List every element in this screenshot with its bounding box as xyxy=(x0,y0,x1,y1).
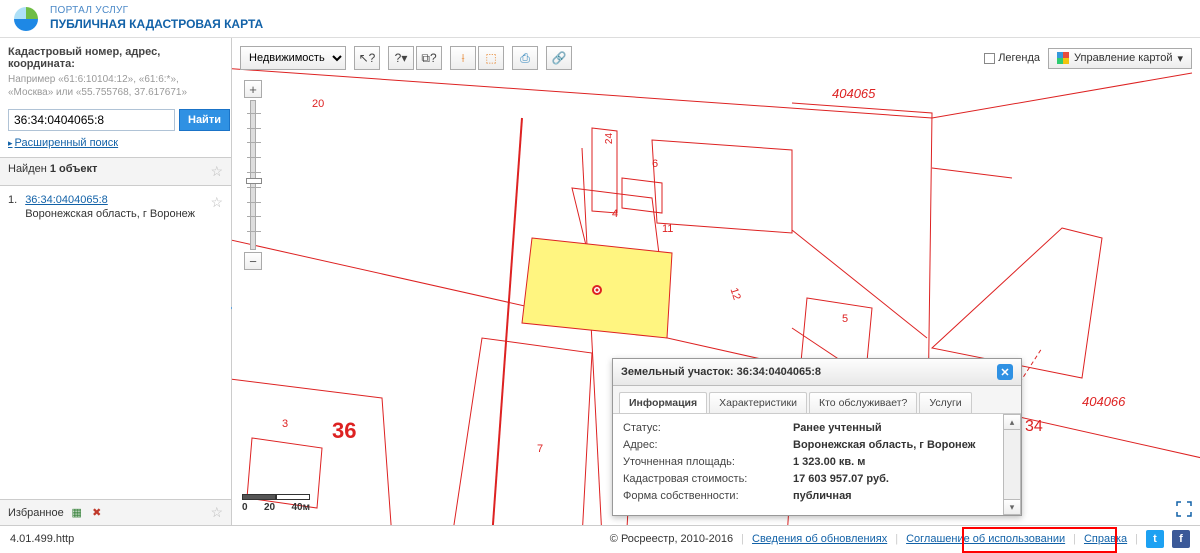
map-parcel-label: 3 xyxy=(282,418,288,430)
link-icon[interactable]: 🔗 xyxy=(546,46,572,70)
map-parcel-label: 7 xyxy=(537,443,543,455)
map-parcel-label: 6 xyxy=(652,158,658,170)
footer: 4.01.499.http © Росреестр, 2010-2016 | С… xyxy=(0,525,1200,552)
map-block-label: 404066 xyxy=(1082,394,1125,409)
star-icon[interactable]: ☆ xyxy=(210,194,223,211)
result-item: 1. 36:34:0404065:8 Воронежская область, … xyxy=(8,194,223,220)
map-toolbar: Недвижимость ↖? ?▾ ⧉? ⟊ ⬚ ⎙ 🔗 Легенда Уп… xyxy=(240,46,1192,70)
tab-service[interactable]: Кто обслуживает? xyxy=(809,392,917,413)
map-parcel-label: 4 xyxy=(612,208,618,220)
popup-scrollbar[interactable]: ▴ ▾ xyxy=(1003,414,1021,515)
zoom-out-button[interactable]: − xyxy=(244,252,262,270)
star-icon[interactable]: ☆ xyxy=(210,163,223,180)
scroll-down-icon[interactable]: ▾ xyxy=(1003,499,1021,515)
measure-area-icon[interactable]: ⬚ xyxy=(478,46,504,70)
found-header: Найден 1 объект ☆ xyxy=(0,158,231,186)
map-parcel-label: 11 xyxy=(662,223,673,235)
map-canvas[interactable]: Недвижимость ↖? ?▾ ⧉? ⟊ ⬚ ⎙ 🔗 Легенда Уп… xyxy=(232,38,1200,525)
fullscreen-icon[interactable] xyxy=(1176,501,1192,517)
zoom-in-button[interactable]: + xyxy=(244,80,262,98)
search-hint: Например «61:6:10104:12», «61:6:*», «Мос… xyxy=(8,73,223,99)
scroll-up-icon[interactable]: ▴ xyxy=(1003,414,1021,430)
find-button[interactable]: Найти xyxy=(179,109,230,131)
result-link[interactable]: 36:34:0404065:8 xyxy=(25,194,108,206)
legend-checkbox[interactable]: Легенда xyxy=(984,52,1040,64)
mode-select[interactable]: Недвижимость xyxy=(240,46,346,70)
tab-characteristics[interactable]: Характеристики xyxy=(709,392,807,413)
logo-icon xyxy=(12,5,40,33)
map-parcel-label: 24 xyxy=(604,133,615,144)
search-input[interactable] xyxy=(8,109,175,131)
header-title: ПУБЛИЧНАЯ КАДАСТРОВАЯ КАРТА xyxy=(50,17,263,31)
twitter-icon[interactable]: t xyxy=(1146,530,1164,548)
facebook-icon[interactable]: f xyxy=(1172,530,1190,548)
version-label: 4.01.499.http xyxy=(10,533,74,545)
advanced-search-link[interactable]: ▸Расширенный поиск xyxy=(8,137,118,149)
print-icon[interactable]: ⎙ xyxy=(512,46,538,70)
map-parcel-label: 34 xyxy=(1025,418,1043,436)
popup-tabs: Информация Характеристики Кто обслуживае… xyxy=(613,386,1021,414)
pointer-tool-icon[interactable]: ↖? xyxy=(354,46,380,70)
updates-link[interactable]: Сведения об обновлениях xyxy=(752,533,887,545)
measure-length-icon[interactable]: ⟊ xyxy=(450,46,476,70)
popup-title: Земельный участок: 36:34:0404065:8 xyxy=(621,366,821,378)
tab-info[interactable]: Информация xyxy=(619,392,707,413)
map-parcel-label: 5 xyxy=(842,313,848,325)
delete-icon[interactable]: ✖ xyxy=(90,506,104,520)
copyright-label: © Росреестр, 2010-2016 xyxy=(610,533,733,545)
layers-button[interactable]: Управление картой▾ xyxy=(1048,48,1192,69)
scale-bar: 02040м xyxy=(242,494,310,513)
agreement-link[interactable]: Соглашение об использовании xyxy=(906,533,1065,545)
zoom-slider[interactable]: + − xyxy=(244,80,262,270)
info-tool-icon[interactable]: ⧉? xyxy=(416,46,442,70)
search-label: Кадастровый номер, адрес, координата: xyxy=(8,46,223,70)
help-link[interactable]: Справка xyxy=(1084,533,1127,545)
map-parcel-label: 20 xyxy=(312,98,324,110)
parcel-popup: Земельный участок: 36:34:0404065:8 ✕ Инф… xyxy=(612,358,1022,516)
sidebar: Кадастровый номер, адрес, координата: На… xyxy=(0,38,232,525)
map-zone-label: 36 xyxy=(332,418,356,444)
close-icon[interactable]: ✕ xyxy=(997,364,1013,380)
help-tool-icon[interactable]: ?▾ xyxy=(388,46,414,70)
excel-icon[interactable]: ▦ xyxy=(70,506,84,520)
favorites-label: Избранное xyxy=(8,507,64,519)
tab-services[interactable]: Услуги xyxy=(919,392,971,413)
star-icon[interactable]: ☆ xyxy=(210,504,223,521)
header-subtitle: ПОРТАЛ УСЛУГ xyxy=(50,5,263,17)
favorites-bar: Избранное ▦ ✖ ☆ xyxy=(0,499,231,525)
map-block-label: 404065 xyxy=(832,86,875,101)
app-header: ПОРТАЛ УСЛУГ ПУБЛИЧНАЯ КАДАСТРОВАЯ КАРТА xyxy=(0,0,1200,38)
result-address: Воронежская область, г Воронеж xyxy=(25,208,195,220)
